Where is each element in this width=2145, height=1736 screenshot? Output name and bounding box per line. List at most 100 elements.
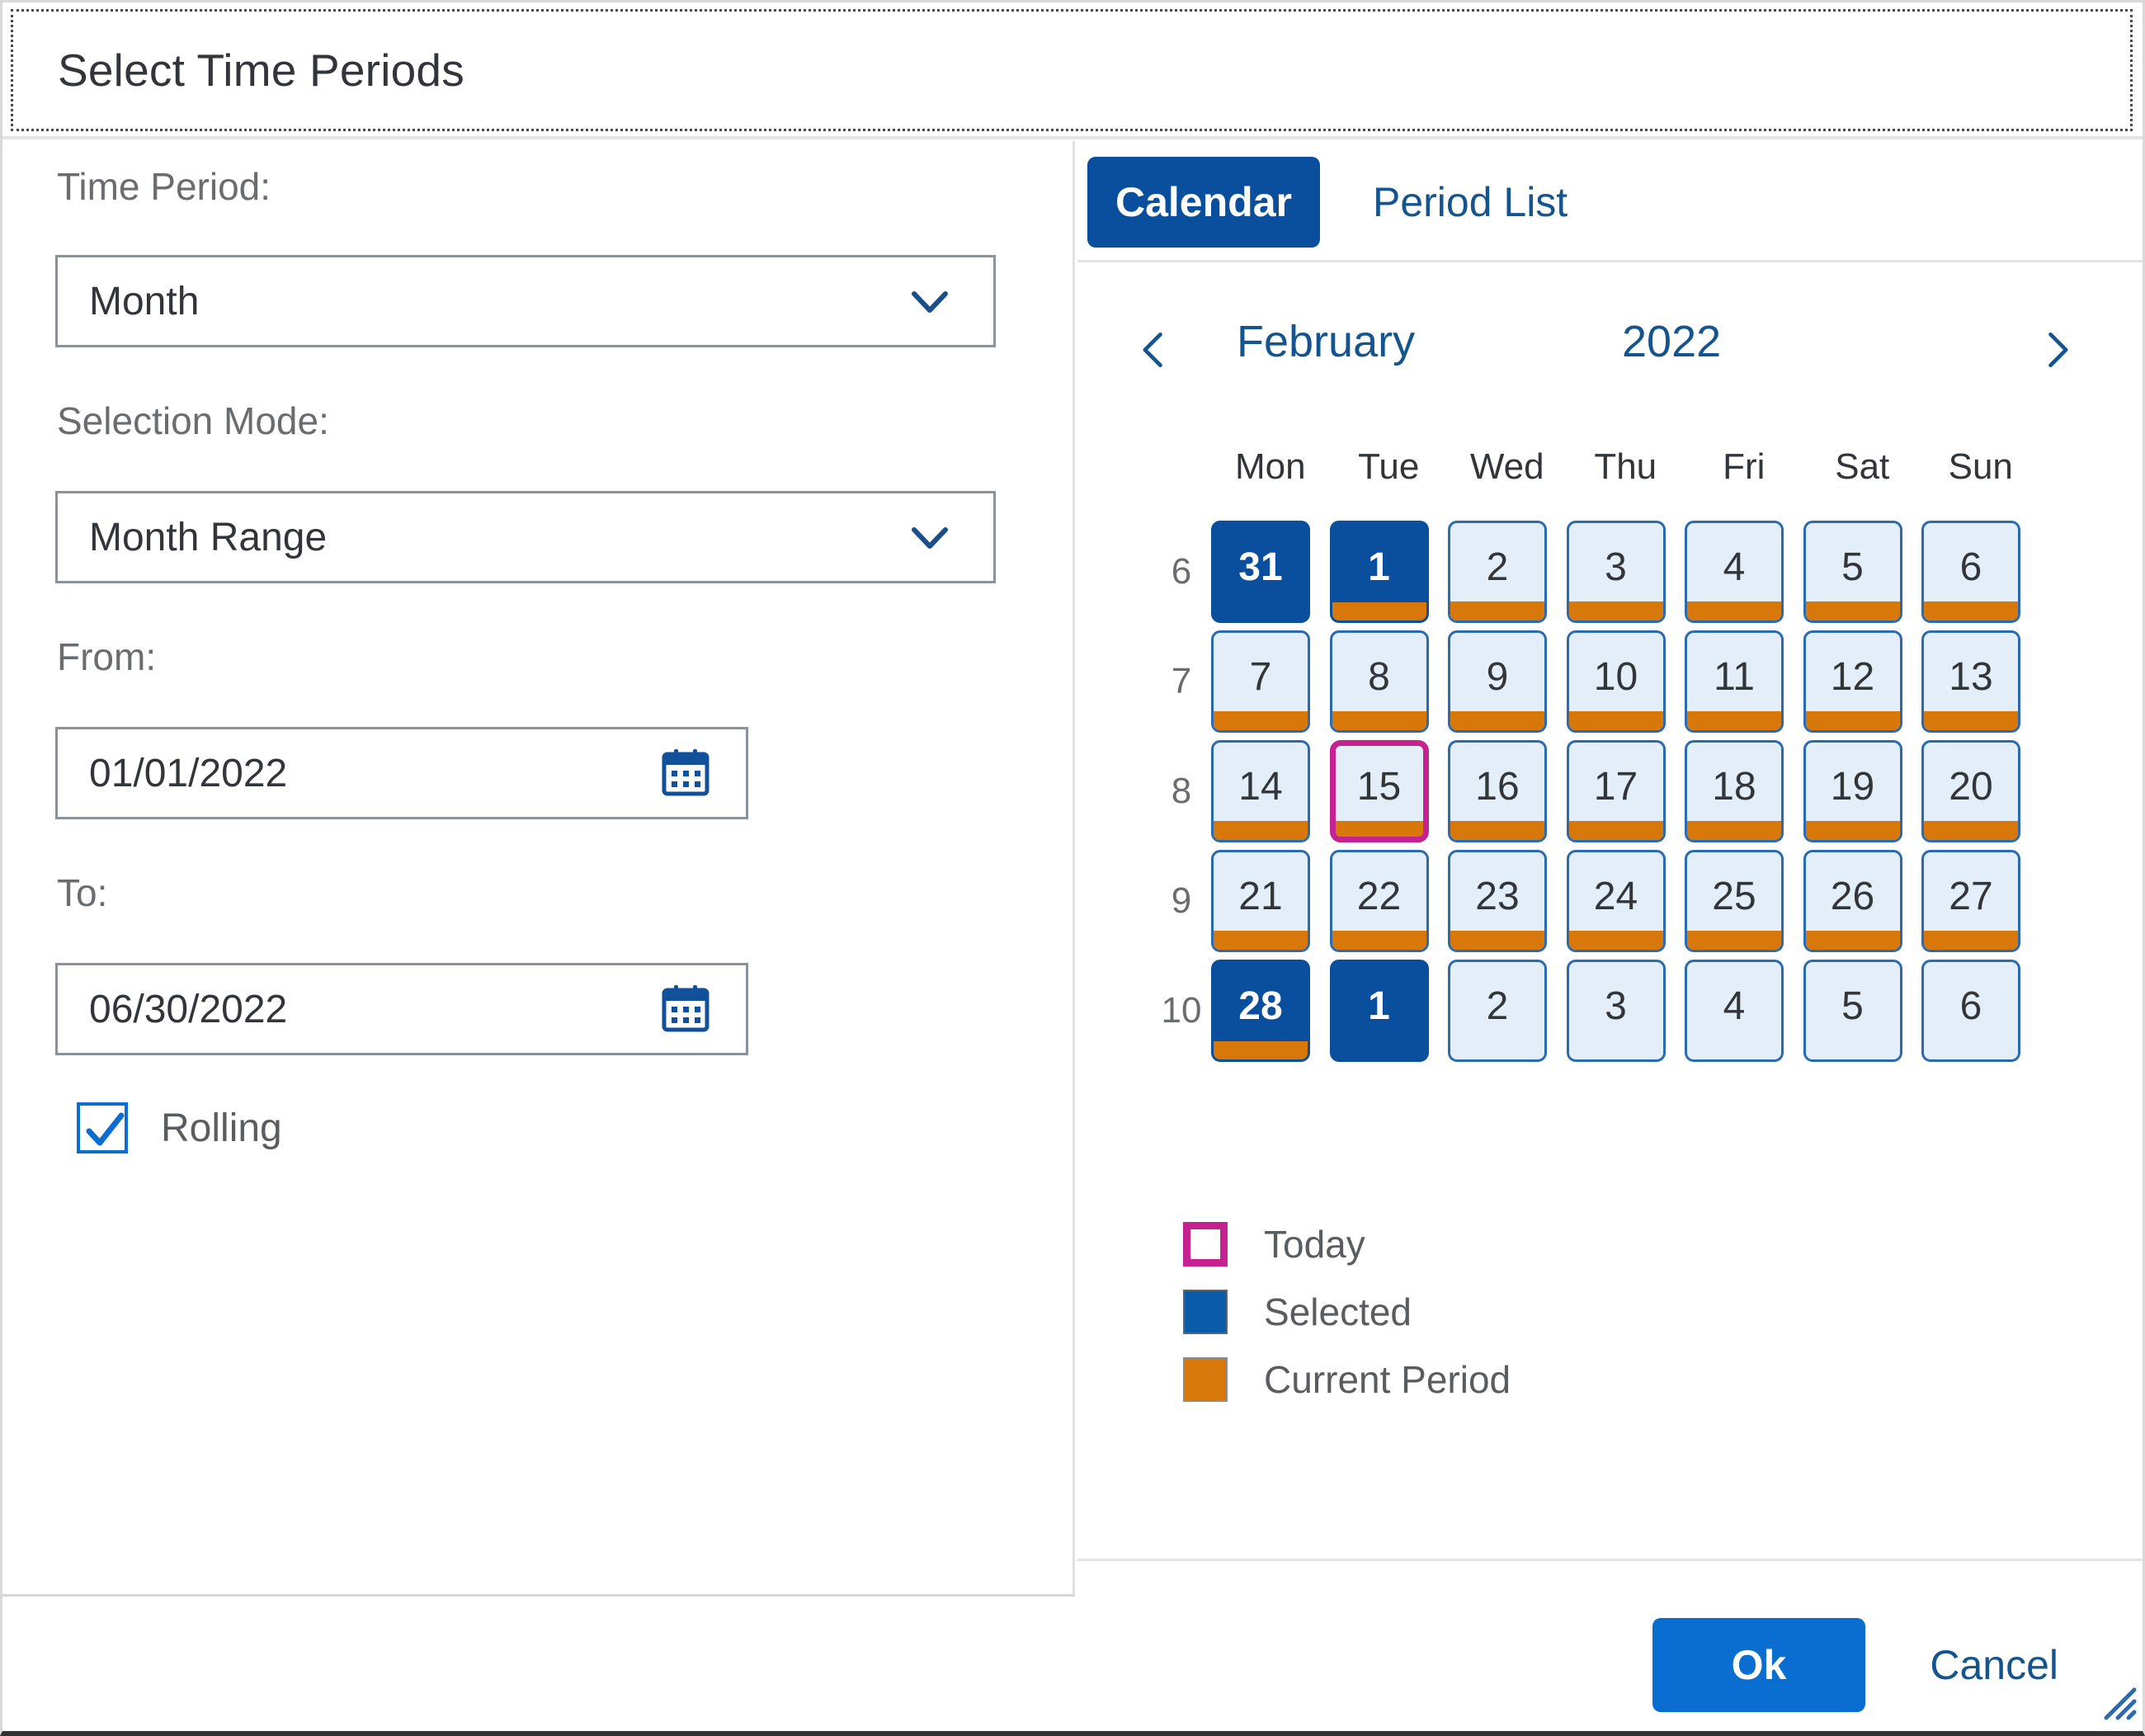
calendar-icon[interactable] [658, 982, 713, 1036]
calendar-week-number: 6 [1152, 521, 1211, 623]
calendar-day-cell[interactable]: 7 [1211, 630, 1310, 733]
to-date-value: 06/30/2022 [58, 987, 658, 1032]
calendar-day-cell[interactable]: 19 [1803, 740, 1902, 842]
calendar-week-number: 7 [1152, 630, 1211, 733]
calendar-day-cell[interactable]: 28 [1211, 960, 1310, 1062]
calendar-day-label: 15 [1357, 764, 1401, 809]
calendar-day-cell[interactable]: 18 [1685, 740, 1784, 842]
chevron-right-icon[interactable] [2028, 304, 2086, 395]
current-period-marker [1803, 931, 1902, 952]
calendar-day-label: 7 [1250, 654, 1272, 700]
current-period-marker [1685, 711, 1784, 733]
calendar-weekday-wed: Wed [1448, 446, 1567, 488]
current-period-marker [1685, 821, 1784, 842]
current-period-marker [1685, 601, 1784, 623]
calendar-day-label: 2 [1487, 545, 1509, 590]
time-period-select[interactable]: Month [55, 255, 996, 347]
calendar-week-row: 814 15 16 17 18 1920 [1152, 740, 2020, 842]
calendar-icon[interactable] [658, 746, 713, 800]
calendar-day-label: 25 [1712, 874, 1756, 919]
calendar-day-label: 21 [1238, 874, 1282, 919]
calendar-day-label: 27 [1949, 874, 1992, 919]
calendar-day-cell[interactable]: 23 [1448, 850, 1547, 952]
calendar-day-cell[interactable]: 5 [1803, 960, 1902, 1062]
chevron-down-icon [901, 272, 959, 330]
select-time-periods-dialog: Select Time Periods Time Period: Month S… [0, 0, 2145, 1736]
rolling-label: Rolling [161, 1106, 282, 1151]
calendar-day-label: 5 [1841, 545, 1864, 590]
chevron-left-icon[interactable] [1125, 304, 1183, 395]
calendar-day-cell[interactable]: 2 [1448, 960, 1547, 1062]
current-period-marker [1211, 1041, 1310, 1062]
calendar-day-cell[interactable]: 5 [1803, 521, 1902, 623]
calendar-day-cell[interactable]: 4 [1685, 521, 1784, 623]
time-period-label: Time Period: [57, 164, 271, 209]
calendar-day-label: 1 [1368, 545, 1390, 590]
calendar-day-cell[interactable]: 26 [1803, 850, 1902, 952]
calendar-day-label: 17 [1594, 764, 1638, 809]
calendar-year-button[interactable]: 2022 [1622, 316, 1721, 367]
calendar-day-cell[interactable]: 22 [1330, 850, 1429, 952]
from-date-value: 01/01/2022 [58, 751, 658, 796]
calendar-day-cell[interactable]: 8 [1330, 630, 1429, 733]
current-period-marker [1211, 821, 1310, 842]
rolling-checkbox[interactable]: Rolling [77, 1102, 282, 1153]
tab-calendar[interactable]: Calendar [1087, 157, 1320, 248]
calendar-month-button[interactable]: February [1237, 316, 1415, 367]
calendar-day-cell[interactable]: 3 [1567, 521, 1666, 623]
calendar-day-label: 18 [1712, 764, 1756, 809]
legend-item-today: Today [1183, 1222, 1511, 1267]
calendar-day-label: 8 [1368, 654, 1390, 700]
calendar-week-row: 1028123456 [1152, 960, 2020, 1062]
calendar-day-cell[interactable]: 2 [1448, 521, 1547, 623]
resize-grip-icon[interactable] [2091, 1675, 2138, 1721]
current-period-marker [1448, 821, 1547, 842]
current-period-marker [1567, 601, 1666, 623]
to-date-input[interactable]: 06/30/2022 [55, 963, 748, 1055]
calendar-day-cell[interactable]: 15 [1330, 740, 1429, 842]
current-period-marker [1685, 931, 1784, 952]
calendar-day-cell[interactable]: 31 [1211, 521, 1310, 623]
calendar-weekday-thu: Thu [1567, 446, 1685, 488]
current-period-marker [1211, 711, 1310, 733]
legend-swatch-selected-icon [1183, 1290, 1228, 1334]
legend-label: Today [1264, 1222, 1365, 1267]
calendar-weekday-header: MonTueWedThuFriSatSun [1211, 446, 2040, 488]
calendar-day-cell[interactable]: 11 [1685, 630, 1784, 733]
calendar-day-cell[interactable]: 4 [1685, 960, 1784, 1062]
calendar-day-cell[interactable]: 12 [1803, 630, 1902, 733]
calendar-month-navigation: February 2022 [1077, 304, 2092, 395]
tab-divider [1077, 260, 2143, 262]
calendar-day-cell[interactable]: 21 [1211, 850, 1310, 952]
calendar-day-cell[interactable]: 24 [1567, 850, 1666, 952]
checkmark-icon [77, 1102, 128, 1153]
calendar-day-label: 1 [1368, 984, 1390, 1029]
calendar-day-cell[interactable]: 25 [1685, 850, 1784, 952]
calendar-day-cell[interactable]: 13 [1921, 630, 2020, 733]
calendar-day-cell[interactable]: 17 [1567, 740, 1666, 842]
ok-button[interactable]: Ok [1652, 1618, 1866, 1712]
calendar-day-cell[interactable]: 1 [1330, 960, 1429, 1062]
calendar-day-cell[interactable]: 1 [1330, 521, 1429, 623]
calendar-day-cell[interactable]: 6 [1921, 960, 2020, 1062]
calendar-day-cell[interactable]: 10 [1567, 630, 1666, 733]
calendar-week-number: 8 [1152, 740, 1211, 842]
calendar-day-label: 4 [1723, 545, 1746, 590]
cancel-button[interactable]: Cancel [1897, 1618, 2091, 1712]
calendar-day-cell[interactable]: 3 [1567, 960, 1666, 1062]
calendar-week-row: 921222324252627 [1152, 850, 2020, 952]
calendar-day-cell[interactable]: 6 [1921, 521, 2020, 623]
calendar-day-cell[interactable]: 14 [1211, 740, 1310, 842]
current-period-marker [1330, 821, 1429, 842]
calendar-day-cell[interactable]: 27 [1921, 850, 2020, 952]
calendar-day-cell[interactable]: 16 [1448, 740, 1547, 842]
from-date-input[interactable]: 01/01/2022 [55, 727, 748, 819]
calendar-day-cell[interactable]: 9 [1448, 630, 1547, 733]
current-period-marker [1921, 821, 2020, 842]
calendar-day-cell[interactable]: 20 [1921, 740, 2020, 842]
selection-mode-select[interactable]: Month Range [55, 491, 996, 583]
calendar-bottom-divider [1077, 1559, 2143, 1561]
current-period-marker [1330, 711, 1429, 733]
tab-period-list[interactable]: Period List [1345, 157, 1596, 248]
calendar-day-label: 5 [1841, 984, 1864, 1029]
